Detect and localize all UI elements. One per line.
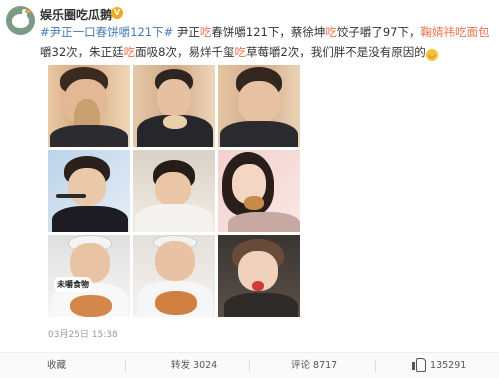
laughing-face-emoji: ◡: [425, 49, 438, 61]
photo-grid: 未嚼食物: [48, 65, 300, 317]
photo-5[interactable]: [133, 150, 215, 232]
post-text-segment: 春饼嚼121下，蔡徐坤: [211, 25, 326, 39]
post-text-segment: 草莓嚼2次，我们胖不是没有原因的: [245, 45, 426, 59]
verified-badge-icon: V: [111, 7, 123, 19]
repost-label: 转发 3024: [171, 360, 218, 371]
action-bar: 收藏 转发 3024 评论 8717 135291: [0, 352, 499, 378]
post-text-segment: 尹正: [173, 25, 200, 39]
post-timestamp: 03月25日 15:38: [48, 330, 118, 340]
photo-6[interactable]: [218, 150, 300, 232]
keyword-highlight: 吃: [325, 25, 337, 39]
comment-label: 评论 8717: [291, 360, 338, 371]
keyword-highlight: 吃: [234, 45, 246, 59]
keyword-highlight: 吃: [199, 25, 212, 39]
collect-label: 收藏: [47, 360, 67, 371]
author-avatar[interactable]: [6, 6, 35, 35]
photo-4[interactable]: [48, 150, 130, 232]
collect-button[interactable]: 收藏: [47, 353, 66, 378]
photo-2[interactable]: [133, 65, 215, 147]
thumbs-up-icon: [412, 358, 426, 372]
photo-overlay-label: 未嚼食物: [54, 277, 92, 292]
post-text: #尹正一口春饼嚼121下# 尹正吃春饼嚼121下，蔡徐坤吃饺子嚼了97下，鞠婧祎…: [40, 22, 490, 62]
photo-7[interactable]: 未嚼食物: [48, 235, 130, 317]
photo-8[interactable]: [133, 235, 215, 317]
photo-3[interactable]: [218, 65, 300, 147]
divider: [375, 360, 376, 372]
keyword-highlight: 鞠婧祎吃面包: [420, 25, 490, 39]
author-name[interactable]: 娱乐圈吃瓜鹅: [40, 6, 112, 22]
like-count: 135291: [430, 360, 467, 371]
repost-button[interactable]: 转发 3024: [171, 353, 217, 378]
divider: [125, 360, 126, 372]
divider: [249, 360, 250, 372]
like-button[interactable]: 135291: [412, 353, 466, 378]
photo-1[interactable]: [48, 65, 130, 147]
post-text-segment: 嚼32次，朱正廷: [40, 45, 124, 59]
keyword-highlight: 吃: [123, 45, 136, 59]
post-text-segment: 饺子嚼了97下，: [336, 25, 421, 39]
comment-button[interactable]: 评论 8717: [291, 353, 337, 378]
photo-9[interactable]: [218, 235, 300, 317]
topic-hashtag-link[interactable]: #尹正一口春饼嚼121下#: [40, 25, 173, 39]
post-text-segment: 面吸8次，易烊千玺: [135, 45, 235, 59]
